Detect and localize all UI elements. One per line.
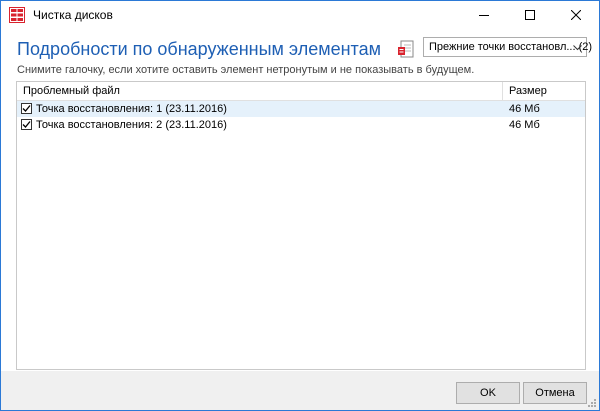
row-size: 46 Мб — [509, 119, 540, 131]
cleaner-window: Чистка дисков Подробности по обнаруженны… — [0, 0, 600, 411]
chevron-down-icon — [573, 45, 582, 51]
list-header: Проблемный файл Размер — [17, 82, 585, 101]
file-list[interactable]: Проблемный файл Размер Точка восстановле… — [16, 81, 586, 370]
minimize-icon — [479, 15, 489, 16]
checkmark-icon — [22, 105, 31, 112]
minimize-button[interactable] — [461, 1, 507, 29]
close-button[interactable] — [553, 1, 599, 29]
dialog-footer: OK Отмена — [1, 371, 599, 410]
maximize-icon — [525, 10, 535, 20]
window-title: Чистка дисков — [33, 8, 113, 22]
category-dropdown[interactable]: Прежние точки восстановл... (2) — [423, 37, 592, 57]
instruction-text: Снимите галочку, если хотите оставить эл… — [17, 64, 475, 76]
table-row[interactable]: Точка восстановления: 1 (23.11.2016) 46 … — [17, 101, 585, 117]
disk-cleanup-app-icon — [9, 7, 25, 23]
title-bar[interactable]: Чистка дисков — [1, 1, 599, 29]
column-divider[interactable] — [502, 82, 503, 100]
column-header-size[interactable]: Размер — [509, 85, 547, 97]
ok-button[interactable]: OK — [456, 382, 520, 404]
resize-grip-icon[interactable] — [587, 398, 597, 408]
cancel-button[interactable]: Отмена — [523, 382, 587, 404]
checkmark-icon — [22, 121, 31, 128]
table-row[interactable]: Точка восстановления: 2 (23.11.2016) 46 … — [17, 117, 585, 133]
close-icon — [571, 10, 581, 20]
restore-point-icon — [398, 40, 414, 58]
row-checkbox[interactable] — [21, 103, 32, 114]
row-name: Точка восстановления: 2 (23.11.2016) — [36, 119, 227, 131]
row-name: Точка восстановления: 1 (23.11.2016) — [36, 103, 227, 115]
category-dropdown-value: Прежние точки восстановл... (2) — [429, 41, 593, 53]
page-heading: Подробности по обнаруженным элементам — [17, 39, 381, 59]
row-size: 46 Мб — [509, 103, 540, 115]
maximize-button[interactable] — [507, 1, 553, 29]
row-checkbox[interactable] — [21, 119, 32, 130]
column-header-file[interactable]: Проблемный файл — [23, 85, 120, 97]
